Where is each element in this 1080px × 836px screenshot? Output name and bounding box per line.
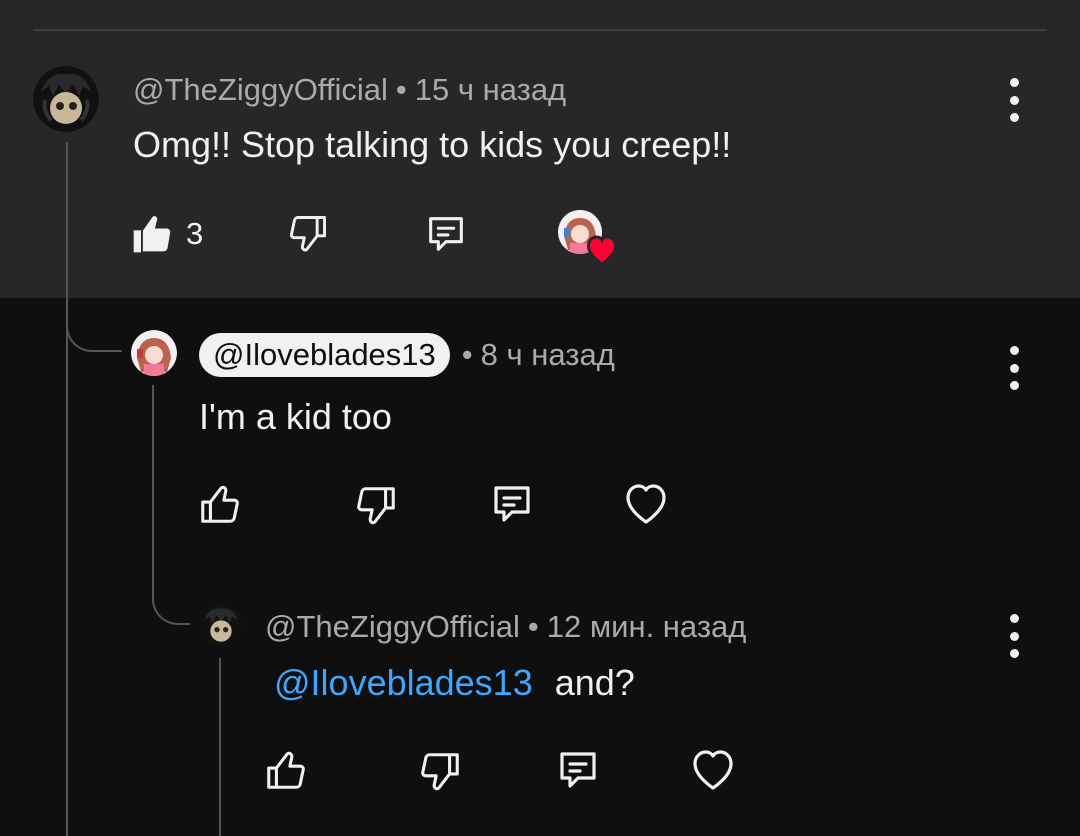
like-count: 3 <box>186 216 204 251</box>
more-vertical-icon <box>1009 346 1019 355</box>
more-options-button[interactable] <box>1002 78 1026 122</box>
separator: • <box>395 72 407 107</box>
thumbs-up-icon <box>133 216 171 253</box>
heart-icon <box>693 750 733 790</box>
like-button[interactable] <box>196 480 244 528</box>
thread-line <box>219 658 221 836</box>
more-vertical-icon <box>1009 614 1019 623</box>
reply-icon <box>429 217 463 251</box>
heart-button[interactable] <box>622 480 670 528</box>
thread-connector <box>152 575 190 625</box>
dislike-button[interactable] <box>284 210 332 258</box>
more-vertical-icon <box>1009 78 1019 87</box>
like-button[interactable] <box>128 210 176 258</box>
reply-button[interactable] <box>554 746 602 794</box>
avatar[interactable] <box>33 66 99 132</box>
timestamp[interactable]: 15 ч назад <box>415 72 566 108</box>
creator-heart-badge[interactable] <box>558 210 620 266</box>
mention-link[interactable]: @Iloveblades13 <box>274 662 533 703</box>
author-name[interactable]: @TheZiggyOfficial <box>265 609 520 645</box>
comment-text: @Iloveblades13 and? <box>274 662 635 704</box>
thread-connector <box>66 300 122 352</box>
like-button[interactable] <box>262 746 310 794</box>
avatar[interactable] <box>131 330 177 376</box>
thumbs-down-icon <box>421 753 459 791</box>
thread-line <box>152 385 154 595</box>
more-options-button[interactable] <box>1002 346 1026 390</box>
thumbs-up-icon <box>201 485 239 523</box>
dislike-button[interactable] <box>352 482 400 530</box>
separator: • <box>461 337 473 372</box>
reply-icon <box>560 752 596 788</box>
timestamp[interactable]: 8 ч назад <box>481 337 615 373</box>
heart-button[interactable] <box>689 746 737 794</box>
comment-meta: @TheZiggyOfficial • 12 мин. назад <box>265 609 746 645</box>
divider <box>33 29 1047 31</box>
comment-text: Omg!! Stop talking to kids you creep!! <box>133 124 732 165</box>
reply-button[interactable] <box>422 210 470 258</box>
separator: • <box>527 609 539 644</box>
thumbs-up-icon <box>267 751 305 789</box>
thumbs-down-icon <box>357 487 395 525</box>
avatar[interactable] <box>199 603 243 647</box>
reply-button[interactable] <box>488 480 536 528</box>
reply-icon <box>494 486 530 522</box>
comment-meta: @TheZiggyOfficial • 15 ч назад <box>133 72 566 108</box>
comment-text: I'm a kid too <box>199 396 392 437</box>
comment-text-content: and? <box>554 662 635 703</box>
author-name[interactable]: @TheZiggyOfficial <box>133 72 388 108</box>
heart-icon <box>586 235 618 266</box>
comment-meta: @Iloveblades13 • 8 ч назад <box>199 333 615 377</box>
thumbs-down-icon <box>289 216 326 252</box>
author-name[interactable]: @Iloveblades13 <box>199 333 450 377</box>
thread-line <box>66 142 68 836</box>
heart-icon <box>626 484 666 524</box>
more-options-button[interactable] <box>1002 614 1026 658</box>
timestamp[interactable]: 12 мин. назад <box>547 609 747 645</box>
dislike-button[interactable] <box>416 748 464 796</box>
